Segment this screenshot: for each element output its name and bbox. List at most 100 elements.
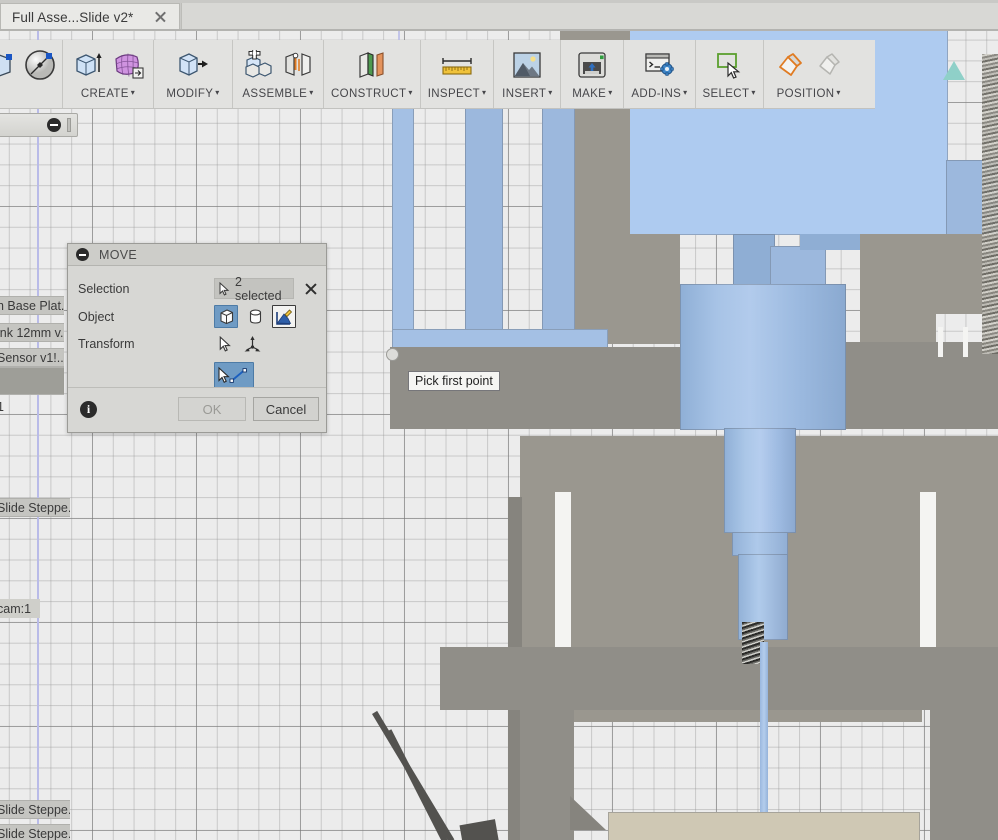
select-window-icon[interactable] [711,45,747,85]
chevron-down-icon[interactable]: ▾ [548,88,552,97]
cancel-button[interactable]: Cancel [253,397,319,421]
sketch-box-icon[interactable] [0,45,18,85]
model-spindle-taper [732,532,788,556]
transform-label: Transform [78,337,135,351]
ribbon-toolbar[interactable]: CREATE ▾ MODIFY ▾ ASSEMBLE ▾ CONSTRUCT ▾… [0,40,875,109]
model-slab-upper-right [860,234,998,314]
joint-icon[interactable] [280,45,316,85]
tab-bar-underline [0,29,998,31]
ribbon-group-construct: CONSTRUCT ▾ [324,40,421,108]
browser-item-slide-stepper-3[interactable]: Slide Steppe... [0,824,70,840]
chevron-down-icon[interactable]: ▾ [408,88,412,97]
ribbon-group-make: MAKE ▾ [561,40,625,108]
transform-option-free-move[interactable] [214,332,238,355]
insert-image-icon[interactable] [509,45,545,85]
ribbon-label-select[interactable]: SELECT ▾ [703,88,756,104]
chevron-down-icon[interactable]: ▾ [215,88,219,97]
ribbon-label-create[interactable]: CREATE ▾ [70,88,146,104]
three-d-print-icon[interactable] [574,45,610,85]
ribbon-label-make[interactable]: MAKE ▾ [568,88,616,104]
press-pull-icon[interactable] [175,45,211,85]
move-dialog[interactable]: MOVE Selection 2 selected Object Transfo… [67,243,327,433]
model-post-lower [520,704,574,840]
browser-item-label: 1 [0,399,4,414]
object-option-bodies[interactable] [214,305,238,328]
model-cylinder-main [680,284,846,430]
browser-item-label: ink 12mm v... [0,325,64,340]
browser-item-base-plate[interactable]: h Base Plat... [0,296,64,315]
ribbon-group-addins: ADD-INS ▾ [624,40,696,108]
offset-plane-icon[interactable] [354,45,390,85]
chevron-down-icon[interactable]: ▾ [131,88,135,97]
ribbon-group-sketch [0,40,63,108]
extrude-icon[interactable] [70,45,106,85]
ribbon-label-insert[interactable]: INSERT ▾ [501,88,553,104]
chevron-down-icon[interactable]: ▾ [683,88,687,97]
ribbon-label-inspect[interactable]: INSPECT ▾ [428,88,487,104]
point-to-point-icon [218,366,247,384]
hatch-pattern-strip [982,54,998,354]
close-icon[interactable] [152,9,168,25]
ribbon-label-position[interactable]: POSITION ▾ [771,88,847,104]
info-icon[interactable]: i [80,401,97,418]
browser-item-sensor-v1[interactable]: Sensor v1!... [0,348,64,367]
model-rod-2 [386,729,460,840]
ribbon-group-assemble: ASSEMBLE ▾ [233,40,324,108]
tab-full-assembly-slide[interactable]: Full Asse...Slide v2* [0,3,180,31]
move-dialog-titlebar[interactable]: MOVE [68,244,326,266]
arrow-cursor-icon [219,281,230,296]
browser-item-node-1[interactable]: 1 [0,397,10,416]
ribbon-group-position: POSITION ▾ [764,40,854,108]
collapsed-panel-stub[interactable] [0,113,78,137]
chevron-down-icon[interactable]: ▾ [309,88,313,97]
model-needle [760,642,768,814]
ok-button[interactable]: OK [178,397,246,421]
ribbon-label-assemble[interactable]: ASSEMBLE ▾ [240,88,316,104]
transform-option-point-to-point[interactable] [214,362,254,389]
selection-label: Selection [78,282,130,296]
ribbon-group-insert: INSERT ▾ [494,40,562,108]
browser-item-label: h Base Plat... [0,298,64,313]
chevron-down-icon[interactable]: ▾ [608,88,612,97]
selection-field[interactable]: 2 selected [214,275,294,303]
mesh-create-icon[interactable] [110,45,146,85]
inspect-circle-icon[interactable] [22,45,58,85]
browser-item-slide-stepper-1[interactable]: Slide Steppe... [0,498,70,517]
model-neck-shadow [800,234,860,250]
browser-item-cam-1[interactable]: cam:1 [0,599,40,618]
app-window: Pick first point h Base Plat... ink 12mm… [0,0,998,840]
scripts-addins-icon[interactable] [641,45,677,85]
chevron-down-icon[interactable]: ▾ [482,88,486,97]
ribbon-label-modify[interactable]: MODIFY ▾ [161,88,225,104]
collapse-icon[interactable] [47,118,61,132]
position-active-icon[interactable] [771,45,807,85]
chevron-down-icon[interactable]: ▾ [751,88,755,97]
browser-item-link-12mm[interactable]: ink 12mm v... [0,323,64,342]
position-inactive-icon[interactable] [811,45,847,85]
browser-item-selected-row[interactable] [0,367,64,395]
model-slab-mid-right [860,314,936,342]
move-dialog-body: Selection 2 selected Object Transform [68,266,326,389]
new-component-icon[interactable] [240,45,276,85]
viewport-tooltip: Pick first point [408,371,500,391]
view-cube-arrow-icon[interactable] [943,61,965,80]
browser-item-slide-stepper-2[interactable]: Slide Steppe... [0,800,70,819]
panel-grip-handle[interactable] [67,118,71,132]
transform-option-triad-move[interactable] [240,332,264,355]
ribbon-label-sketch [0,88,58,92]
clear-selection-button[interactable] [304,282,318,296]
selection-value: 2 selected [235,274,282,303]
move-dialog-title: MOVE [99,247,138,262]
ribbon-group-modify: MODIFY ▾ [154,40,233,108]
ribbon-label-construct[interactable]: CONSTRUCT ▾ [331,88,413,104]
object-option-sketch[interactable] [272,305,296,328]
arrow-cursor-icon [219,335,231,352]
browser-item-label: Slide Steppe... [0,826,70,840]
chevron-down-icon[interactable]: ▾ [836,88,840,97]
object-option-components[interactable] [243,305,267,328]
ribbon-label-addins[interactable]: ADD-INS ▾ [631,88,687,104]
measure-ruler-icon[interactable] [439,45,475,85]
collapse-icon[interactable] [76,248,89,261]
model-slab-band-right [846,342,998,429]
model-spindle-upper [724,428,796,533]
